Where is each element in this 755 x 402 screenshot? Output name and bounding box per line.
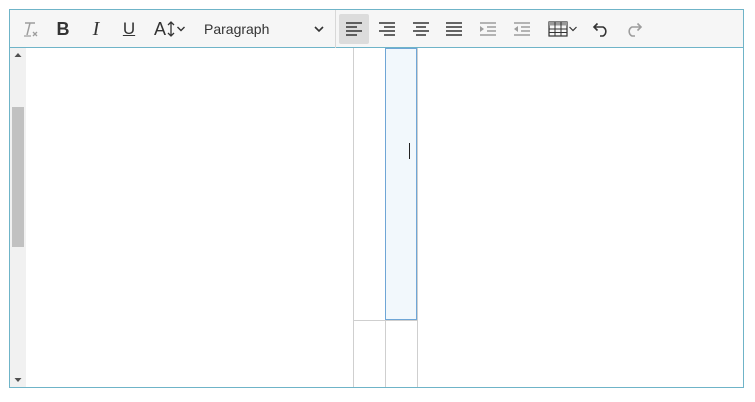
chevron-down-icon xyxy=(177,26,185,32)
bold-icon: B xyxy=(56,18,70,39)
align-justify-icon xyxy=(446,22,462,36)
table-row-border xyxy=(353,320,417,321)
align-center-button[interactable] xyxy=(406,14,436,44)
italic-button[interactable]: I xyxy=(81,14,111,44)
font-size-button[interactable]: A xyxy=(150,14,190,44)
align-justify-button[interactable] xyxy=(439,14,469,44)
table-column-border xyxy=(353,48,354,387)
table-button[interactable] xyxy=(543,14,583,44)
align-left-button[interactable] xyxy=(339,14,369,44)
bold-button[interactable]: B xyxy=(48,14,78,44)
block-format-select[interactable]: Paragraph xyxy=(201,14,331,44)
font-size-arrows-icon xyxy=(167,21,175,37)
align-right-icon xyxy=(379,22,395,36)
redo-icon xyxy=(628,22,643,37)
underline-button[interactable]: U xyxy=(114,14,144,44)
clear-formatting-icon xyxy=(24,22,38,37)
editor-content-area[interactable] xyxy=(10,48,743,387)
indent-icon xyxy=(480,22,496,36)
rich-text-editor: B I U A Paragraph xyxy=(9,9,744,388)
chevron-down-icon xyxy=(314,26,324,33)
underline-icon: U xyxy=(122,19,136,38)
align-center-icon xyxy=(413,22,429,36)
text-caret xyxy=(409,143,410,159)
undo-icon xyxy=(592,22,607,37)
outdent-button[interactable] xyxy=(507,14,537,44)
toolbar-divider xyxy=(335,10,336,48)
selected-table-cell[interactable] xyxy=(385,48,417,320)
table-icon xyxy=(548,21,568,37)
scroll-down-button[interactable] xyxy=(10,373,26,387)
align-right-button[interactable] xyxy=(372,14,402,44)
triangle-down-icon xyxy=(14,378,22,382)
undo-button[interactable] xyxy=(586,14,616,44)
vertical-scrollbar[interactable] xyxy=(10,48,26,387)
editor-toolbar: B I U A Paragraph xyxy=(10,10,743,48)
italic-icon: I xyxy=(92,17,100,40)
chevron-down-icon xyxy=(569,26,577,32)
table-column-border xyxy=(417,48,418,387)
table-column-border xyxy=(385,320,386,387)
scrollbar-thumb[interactable] xyxy=(12,107,24,247)
font-size-icon: A xyxy=(153,18,166,39)
redo-button[interactable] xyxy=(619,14,649,44)
block-format-value: Paragraph xyxy=(204,21,270,37)
scroll-up-button[interactable] xyxy=(10,48,26,62)
indent-button[interactable] xyxy=(473,14,503,44)
outdent-icon xyxy=(514,22,530,36)
align-left-icon xyxy=(346,22,362,36)
triangle-up-icon xyxy=(14,53,22,57)
clear-formatting-button[interactable] xyxy=(15,14,45,44)
